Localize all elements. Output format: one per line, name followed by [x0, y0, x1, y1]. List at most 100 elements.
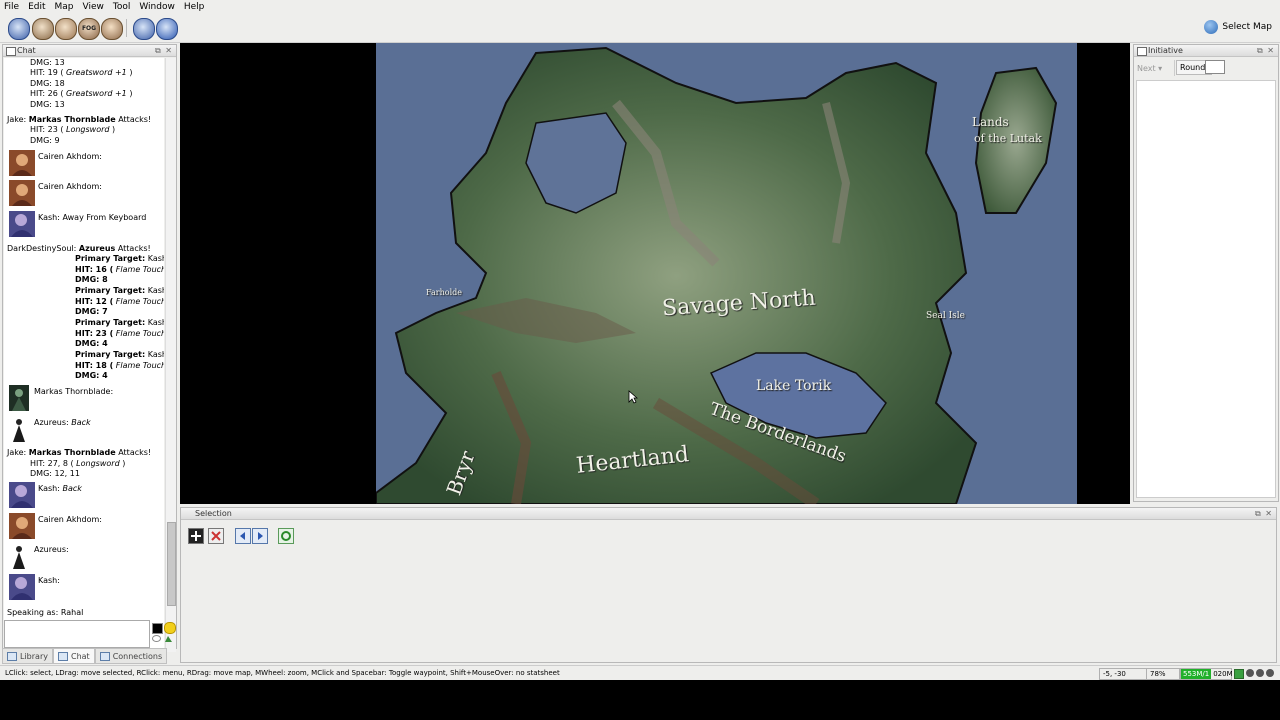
network-in-icon — [1246, 669, 1254, 677]
chat-panel: Chat ⧉ ✕ DMG: 13 HIT: 19 ( Greatsword +1… — [2, 44, 177, 652]
chat-line: Primary Target: Kash — [75, 350, 164, 359]
template-tool-button[interactable] — [55, 18, 77, 40]
initiative-list[interactable] — [1136, 80, 1276, 498]
chat-line: DMG: 9 — [30, 136, 60, 145]
coordinates-readout: -5, -30 — [1099, 668, 1147, 680]
chat-panel-header: Chat ⧉ ✕ — [3, 45, 176, 57]
fog-tool-button[interactable]: FOG — [78, 18, 100, 40]
memory-meter[interactable]: 553M/1 020M — [1180, 668, 1233, 680]
menu-bar: File Edit Map View Tool Window Help — [0, 0, 1280, 14]
initiative-window-icon — [1137, 47, 1147, 56]
menu-tool[interactable]: Tool — [109, 0, 135, 14]
tab-chat[interactable]: Chat — [52, 648, 95, 664]
map-label-seal-isle: Seal Isle — [926, 311, 965, 321]
initiative-panel-header: Initiative ⧉ ✕ — [1134, 45, 1278, 57]
scrollbar-thumb[interactable] — [167, 522, 176, 606]
cairen-avatar — [9, 180, 35, 206]
initiative-title: Initiative — [1148, 46, 1183, 55]
chat-window-icon — [6, 47, 16, 56]
server-status-icon — [1234, 669, 1244, 679]
deselect-button[interactable] — [208, 528, 224, 544]
next-button[interactable]: Next ▾ — [1137, 64, 1162, 73]
mouse-hint-text: LClick: select, LDrag: move selected, RC… — [5, 669, 560, 677]
chat-log[interactable]: DMG: 13 HIT: 19 ( Greatsword +1 ) DMG: 1… — [4, 58, 164, 652]
chat-line: DMG: 12, 11 — [30, 469, 80, 478]
menu-window[interactable]: Window — [135, 0, 180, 14]
chat-line: Jake: Markas Thornblade Attacks! — [7, 448, 152, 457]
chart-layer-button[interactable] — [156, 18, 178, 40]
chat-line: Kash: — [38, 576, 60, 585]
toolbar-separator — [126, 19, 127, 37]
chat-panel-title: Chat — [17, 46, 36, 55]
chat-line: HIT: 18 ( Flame Touch ) — [75, 361, 164, 370]
text-color-picker[interactable] — [152, 623, 163, 634]
chat-line: Primary Target: Kash — [75, 286, 164, 295]
connections-icon — [99, 651, 110, 661]
map-terrain — [375, 43, 1077, 504]
arrow-left-icon — [240, 532, 245, 540]
panel-controls[interactable]: ⧉ ✕ — [1255, 508, 1273, 519]
chat-line: Primary Target: Kash — [75, 254, 164, 263]
chat-line: Azureus: — [34, 545, 69, 554]
kash-avatar — [9, 574, 35, 600]
cairen-avatar — [9, 513, 35, 539]
chat-line: DMG: 4 — [75, 371, 108, 380]
chat-line: DMG: 13 — [30, 100, 65, 109]
smiley-icon[interactable] — [164, 622, 176, 634]
markas-avatar — [9, 385, 29, 411]
chat-line: Primary Target: Kash — [75, 318, 164, 327]
chat-line: HIT: 19 ( Greatsword +1 ) — [30, 68, 133, 77]
refresh-icon — [281, 531, 291, 541]
menu-view[interactable]: View — [79, 0, 109, 14]
bubble-tail-icon[interactable] — [164, 635, 173, 643]
refresh-button[interactable] — [278, 528, 294, 544]
token-layer-button[interactable] — [133, 18, 155, 40]
menu-map[interactable]: Map — [51, 0, 79, 14]
cairen-avatar — [9, 150, 35, 176]
toolbar: FOG Select Map — [0, 14, 1280, 43]
draw-tool-button[interactable] — [32, 18, 54, 40]
arrow-right-icon — [258, 532, 263, 540]
chat-icon — [57, 651, 68, 661]
tab-connections[interactable]: Connections — [94, 648, 168, 664]
map-label-lutak: of the Lutak — [974, 132, 1042, 145]
chat-line: DMG: 8 — [75, 275, 108, 284]
world-map[interactable]: Lands of the Lutak Savage North Farholde… — [375, 43, 1077, 504]
memory-used: 553M/1 — [1181, 669, 1212, 679]
kash-avatar — [9, 482, 35, 508]
chat-line: DMG: 18 — [30, 79, 65, 88]
chat-line: Kash: Away From Keyboard — [38, 213, 147, 222]
selection-panel: Selection ⧉ ✕ — [180, 507, 1277, 663]
next-selection-button[interactable] — [252, 528, 268, 544]
menu-file[interactable]: File — [0, 0, 24, 14]
chat-scrollbar[interactable] — [165, 58, 176, 652]
chat-line: Markas Thornblade: — [34, 387, 114, 396]
zoom-readout: 78% — [1146, 668, 1180, 680]
chat-line: HIT: 27, 8 ( Longsword ) — [30, 459, 126, 468]
chat-line: Azureus: Back — [34, 418, 91, 427]
network-out-icon — [1256, 669, 1264, 677]
chat-line: Cairen Akhdom: — [38, 182, 102, 191]
memory-total: 020M — [1213, 670, 1233, 678]
chat-line: HIT: 16 ( Flame Touch ) — [75, 265, 164, 274]
select-all-button[interactable] — [188, 528, 204, 544]
select-map-button[interactable]: Select Map — [1204, 20, 1272, 34]
pointer-tool-button[interactable] — [8, 18, 30, 40]
speech-bubble-icon[interactable] — [152, 635, 161, 643]
select-map-label: Select Map — [1222, 22, 1272, 32]
round-field[interactable] — [1205, 60, 1225, 74]
chat-line: Cairen Akhdom: — [38, 152, 102, 161]
mouse-cursor-icon — [628, 390, 638, 404]
topology-tool-button[interactable] — [101, 18, 123, 40]
deselect-icon — [211, 531, 221, 541]
panel-controls[interactable]: ⧉ ✕ — [155, 45, 173, 56]
menu-help[interactable]: Help — [180, 0, 210, 14]
map-viewport[interactable]: Lands of the Lutak Savage North Farholde… — [180, 43, 1130, 504]
tab-library[interactable]: Library — [2, 648, 53, 664]
chat-line: DMG: 4 — [75, 339, 108, 348]
azureus-avatar — [9, 416, 29, 442]
previous-button[interactable] — [235, 528, 251, 544]
chat-input[interactable] — [4, 620, 150, 648]
panel-controls[interactable]: ⧉ ✕ — [1257, 45, 1275, 56]
menu-edit[interactable]: Edit — [24, 0, 50, 14]
